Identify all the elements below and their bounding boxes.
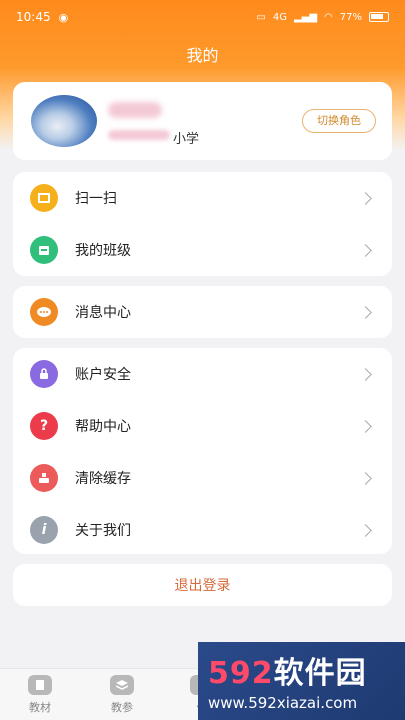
chevron-right-icon bbox=[359, 367, 372, 381]
avatar[interactable] bbox=[31, 95, 97, 147]
menu-item-help-center[interactable]: ? 帮助中心 bbox=[13, 400, 392, 452]
chevron-right-icon bbox=[359, 191, 372, 205]
menu-item-messages[interactable]: 消息中心 bbox=[13, 286, 392, 338]
menu-label: 清除缓存 bbox=[75, 471, 131, 487]
help-icon: ? bbox=[30, 412, 58, 440]
lock-icon bbox=[30, 360, 58, 388]
watermark-number: 592 bbox=[208, 656, 274, 691]
status-indicators: ▭ 4G ▂▄▆ ◠ 77% bbox=[256, 12, 389, 23]
menu-item-my-class[interactable]: 我的班级 bbox=[13, 224, 392, 276]
vibrate-icon: ▭ bbox=[256, 11, 266, 23]
menu-item-about-us[interactable]: i 关于我们 bbox=[13, 504, 392, 556]
chevron-right-icon bbox=[359, 471, 372, 485]
site-watermark: 592软件园 www.592xiazai.com bbox=[198, 642, 405, 720]
page-title: 我的 bbox=[186, 46, 219, 65]
chevron-right-icon bbox=[359, 243, 372, 257]
watermark-logo: 592软件园 bbox=[208, 648, 395, 692]
scan-icon bbox=[30, 184, 58, 212]
menu-item-account-security[interactable]: 账户安全 bbox=[13, 348, 392, 400]
network-label: 4G bbox=[272, 11, 287, 23]
menu-group-messages: 消息中心 bbox=[13, 286, 392, 338]
message-icon bbox=[30, 298, 58, 326]
menu-label: 关于我们 bbox=[75, 523, 131, 539]
menu-item-clear-cache[interactable]: 清除缓存 bbox=[13, 452, 392, 504]
menu-label: 扫一扫 bbox=[75, 191, 117, 207]
switch-role-button[interactable]: 切换角色 bbox=[302, 109, 376, 133]
tab-textbook[interactable]: 教材 bbox=[10, 675, 70, 715]
clear-cache-icon bbox=[30, 464, 58, 492]
logout-button[interactable]: 退出登录 bbox=[13, 564, 392, 606]
class-icon bbox=[30, 236, 58, 264]
status-bar: 10:45 ◉ ▭ 4G ▂▄▆ ◠ 77% bbox=[0, 0, 405, 34]
watermark-url: www.592xiazai.com bbox=[208, 694, 358, 712]
tab-label: 教材 bbox=[29, 701, 51, 714]
status-time: 10:45 bbox=[16, 10, 51, 24]
chevron-right-icon bbox=[359, 305, 372, 319]
tab-teaching-reference[interactable]: 教参 bbox=[92, 675, 152, 715]
menu-label: 帮助中心 bbox=[75, 419, 131, 435]
menu-group-tools: 扫一扫 我的班级 bbox=[13, 172, 392, 276]
signal-icon: ▂▄▆ bbox=[293, 11, 318, 23]
menu-item-scan[interactable]: 扫一扫 bbox=[13, 172, 392, 224]
battery-percent: 77% bbox=[339, 11, 362, 23]
user-name-redacted bbox=[108, 102, 162, 118]
wifi-icon: ◠ bbox=[324, 11, 333, 23]
tab-label: 教参 bbox=[111, 701, 133, 714]
school-suffix: 小学 bbox=[173, 132, 200, 147]
chevron-right-icon bbox=[359, 419, 372, 433]
chevron-right-icon bbox=[359, 523, 372, 537]
info-icon: i bbox=[30, 516, 58, 544]
menu-label: 账户安全 bbox=[75, 367, 131, 383]
menu-label: 我的班级 bbox=[75, 243, 131, 259]
school-name-redacted bbox=[108, 130, 170, 140]
book-icon bbox=[28, 675, 52, 695]
battery-icon bbox=[369, 12, 389, 22]
weibo-icon: ◉ bbox=[58, 10, 69, 24]
profile-card: 小学 切换角色 bbox=[13, 82, 392, 160]
logout-label: 退出登录 bbox=[174, 578, 231, 594]
layers-icon bbox=[110, 675, 134, 695]
menu-group-settings: 账户安全 ? 帮助中心 清除缓存 i 关于我们 bbox=[13, 348, 392, 554]
menu-label: 消息中心 bbox=[75, 305, 131, 321]
watermark-text: 软件园 bbox=[273, 656, 367, 691]
